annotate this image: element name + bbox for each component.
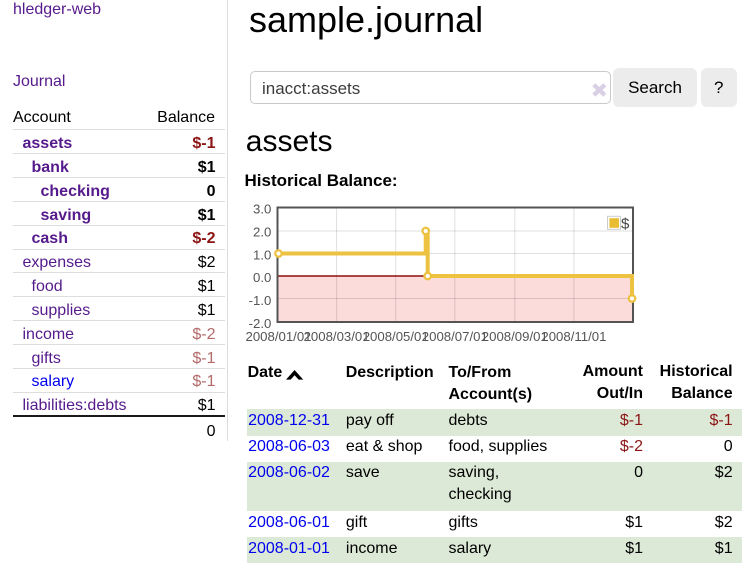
- svg-text:2008/05/01: 2008/05/01: [363, 329, 429, 344]
- svg-text:2.0: 2.0: [253, 224, 271, 239]
- svg-text:$: $: [621, 215, 630, 232]
- svg-text:-1.0: -1.0: [249, 293, 272, 308]
- svg-text:0.0: 0.0: [253, 270, 271, 285]
- svg-text:2008/03/01: 2008/03/01: [304, 329, 370, 344]
- svg-text:2008/11/01: 2008/11/01: [541, 329, 606, 344]
- svg-text:2008/01/01: 2008/01/01: [245, 329, 311, 344]
- svg-text:1.0: 1.0: [253, 247, 271, 262]
- svg-text:2008/07/01: 2008/07/01: [422, 329, 488, 344]
- svg-text:3.0: 3.0: [253, 202, 271, 217]
- svg-text:2008/09/01: 2008/09/01: [482, 329, 548, 344]
